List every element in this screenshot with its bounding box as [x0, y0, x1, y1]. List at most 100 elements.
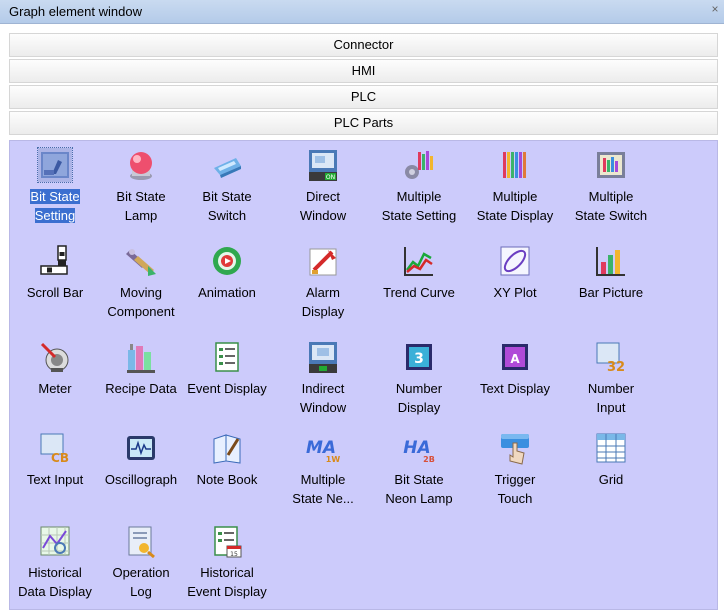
- element-label-line: Multiple: [588, 189, 634, 204]
- operation-log-icon: [124, 524, 158, 559]
- element-scroll-bar[interactable]: Scroll Bar: [10, 241, 100, 331]
- element-label-line: Multiple: [396, 189, 442, 204]
- element-recipe-data[interactable]: Recipe Data: [96, 337, 186, 427]
- element-alarm-display[interactable]: Alarm Display: [278, 241, 368, 331]
- element-label: Alarm Display: [278, 283, 368, 321]
- element-trigger-touch[interactable]: Trigger Touch: [470, 428, 560, 518]
- bit-state-neon-lamp-icon: HA 2B: [402, 431, 436, 465]
- window-title: Graph element window: [9, 4, 142, 19]
- svg-text:2B: 2B: [423, 455, 435, 464]
- element-bit-state-neon-lamp[interactable]: HA 2B Bit State Neon Lamp: [374, 428, 464, 518]
- element-text-display[interactable]: A Text Display: [470, 337, 560, 427]
- element-label: Multiple State Setting: [374, 187, 464, 225]
- element-label-line: Grid: [598, 472, 624, 487]
- multiple-state-display-icon: [498, 148, 532, 182]
- element-label-line: Number: [587, 381, 635, 396]
- text-display-icon: A: [498, 340, 532, 374]
- element-label: Text Input: [10, 470, 100, 489]
- element-number-input[interactable]: 32 Number Input: [566, 337, 656, 427]
- section-plc-parts[interactable]: PLC Parts: [9, 111, 718, 135]
- element-label: Bar Picture: [566, 283, 656, 302]
- element-operation-log[interactable]: Operation Log: [96, 521, 186, 611]
- number-display-icon: 3: [402, 340, 436, 374]
- element-label: Multiple State Switch: [566, 187, 656, 225]
- element-direct-window[interactable]: ON Direct Window: [278, 145, 368, 235]
- element-label-line: Setting: [34, 208, 76, 223]
- svg-text:32: 32: [607, 360, 625, 374]
- close-icon[interactable]: ×: [708, 2, 722, 16]
- note-book-icon: [210, 431, 244, 465]
- element-indirect-window[interactable]: Indirect Window: [278, 337, 368, 427]
- window-title-bar: Graph element window ×: [0, 0, 724, 24]
- number-input-icon: 32: [594, 340, 628, 375]
- element-label: Multiple State Ne...: [278, 470, 368, 508]
- element-label-line: Note Book: [196, 472, 258, 487]
- element-label-line: Animation: [198, 285, 256, 300]
- historical-data-display-icon: [38, 524, 72, 558]
- element-label-line: Bit State: [394, 472, 444, 487]
- element-oscillograph[interactable]: Oscillograph: [96, 428, 186, 518]
- section-plc[interactable]: PLC: [9, 85, 718, 109]
- element-xy-plot[interactable]: XY Plot: [470, 241, 560, 331]
- element-bit-state-switch[interactable]: Bit State Switch: [182, 145, 272, 235]
- element-label: XY Plot: [470, 283, 560, 302]
- element-animation[interactable]: Animation: [182, 241, 272, 331]
- scroll-bar-icon: [38, 244, 72, 278]
- element-label: Trend Curve: [374, 283, 464, 302]
- element-label-line: Indirect: [301, 381, 345, 396]
- recipe-data-icon: [124, 340, 158, 374]
- element-label-line: Bit State: [116, 189, 166, 204]
- grid-icon: [594, 431, 628, 465]
- element-bit-state-lamp[interactable]: Bit State Lamp: [96, 145, 186, 235]
- element-label-line: State Ne...: [292, 491, 354, 506]
- element-label-line: Direct: [306, 189, 340, 204]
- element-multiple-state-display[interactable]: Multiple State Display: [470, 145, 560, 235]
- section-hmi[interactable]: HMI: [9, 59, 718, 83]
- indirect-window-icon: [306, 340, 340, 374]
- element-label-line: Meter: [38, 381, 72, 396]
- element-historical-event-display[interactable]: 15 Historical Event Display: [182, 521, 272, 611]
- element-label: Trigger Touch: [470, 470, 560, 508]
- element-historical-data-display[interactable]: Historical Data Display: [10, 521, 100, 611]
- element-label-line: Scroll Bar: [26, 285, 84, 300]
- element-label-line: State Setting: [381, 208, 457, 223]
- svg-text:A: A: [510, 352, 520, 366]
- element-label-line: Log: [130, 584, 152, 599]
- element-label-line: State Switch: [574, 208, 648, 223]
- element-label-line: Historical: [28, 565, 82, 580]
- element-label-line: Text Input: [26, 472, 84, 487]
- element-bar-picture[interactable]: Bar Picture: [566, 241, 656, 331]
- element-label: Bit State Switch: [182, 187, 272, 225]
- element-grid[interactable]: Grid: [566, 428, 656, 518]
- element-note-book[interactable]: Note Book: [182, 428, 272, 518]
- element-moving-component[interactable]: Moving Component: [96, 241, 186, 331]
- svg-text:1W: 1W: [326, 455, 340, 464]
- element-label: Event Display: [182, 379, 272, 398]
- element-number-display[interactable]: 3 Number Display: [374, 337, 464, 427]
- element-label: Meter: [10, 379, 100, 398]
- element-label-line: Bit State: [30, 189, 80, 204]
- element-label: Number Display: [374, 379, 464, 417]
- element-event-display[interactable]: Event Display: [182, 337, 272, 427]
- element-multiple-state-setting[interactable]: Multiple State Setting: [374, 145, 464, 235]
- element-label-line: Recipe Data: [105, 381, 177, 396]
- section-connector[interactable]: Connector: [9, 33, 718, 57]
- element-label: Direct Window: [278, 187, 368, 225]
- svg-text:3: 3: [414, 351, 424, 367]
- element-meter[interactable]: Meter: [10, 337, 100, 427]
- element-label: Historical Event Display: [182, 563, 272, 601]
- element-bit-state-setting[interactable]: Bit State Setting: [10, 145, 100, 235]
- element-label-line: Component: [107, 304, 175, 319]
- element-multiple-state-switch[interactable]: Multiple State Switch: [566, 145, 656, 235]
- element-label: Note Book: [182, 470, 272, 489]
- element-label: Moving Component: [96, 283, 186, 321]
- element-label-line: Input: [596, 400, 626, 415]
- element-label-line: Alarm: [306, 285, 340, 300]
- multiple-state-setting-icon: [402, 148, 436, 182]
- element-trend-curve[interactable]: Trend Curve: [374, 241, 464, 331]
- element-text-input[interactable]: CB Text Input: [10, 428, 100, 518]
- element-label: Number Input: [566, 379, 656, 417]
- element-label-line: Data Display: [18, 584, 92, 599]
- element-multiple-state-neon-lamp[interactable]: MA 1W Multiple State Ne...: [278, 428, 368, 518]
- element-label: Grid: [566, 470, 656, 489]
